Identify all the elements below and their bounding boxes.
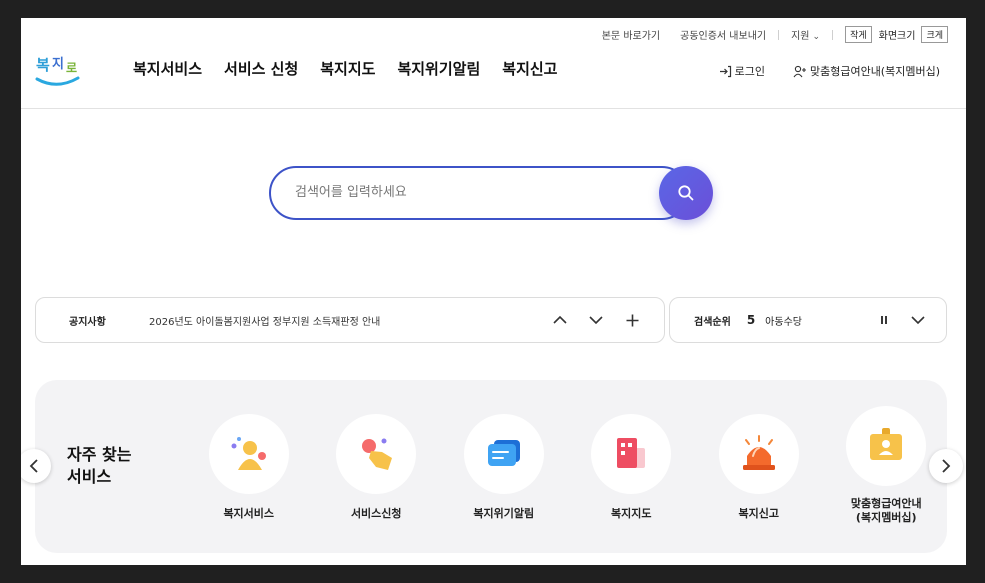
notice-controls [534,310,642,330]
notice-next-button[interactable] [586,310,606,330]
header-divider [21,108,966,109]
nav-service-apply[interactable]: 서비스 신청 [224,58,298,79]
pause-icon [881,316,887,324]
chevron-down-icon [911,316,925,325]
search-button[interactable] [659,166,713,220]
support-menu[interactable]: 지원 ⌄ [781,27,830,42]
id-card-icon [870,428,903,460]
font-size-small-button[interactable]: 작게 [845,26,872,43]
service-item-report[interactable]: 복지신고 [695,414,823,525]
nav-welfare-report[interactable]: 복지신고 [502,58,557,79]
rank-number: 5 [746,313,756,327]
utility-bar: 본문 바로가기 공동인증서 내보내기 지원 ⌄ 작게 화면크기 크게 [592,26,948,43]
service-icon-circle [718,414,799,494]
service-item-apply[interactable]: 서비스신청 [313,414,441,525]
plus-icon [626,314,638,326]
header-actions: 로그인 맞춤형급여안내(복지멤버십) [691,63,940,79]
notice-bar: 공지사항 2026년도 아이돌봄지원사업 정부지원 소득재판정 안내 [35,297,665,343]
service-item-crisis-alert[interactable]: 복지위기알림 [440,414,568,525]
service-icon-circle [336,414,417,494]
rank-pause-button[interactable] [874,310,894,330]
service-label: 복지위기알림 [473,507,535,520]
divider [778,29,780,40]
chevron-down-icon: ⌄ [812,32,821,42]
service-label: 복지지도 [611,507,652,520]
page: 본문 바로가기 공동인증서 내보내기 지원 ⌄ 작게 화면크기 크게 복 지 로 … [21,18,966,565]
hand-click-icon [362,438,393,470]
user-plus-icon [793,65,806,77]
services-list: 복지서비스 서비스신청 복지위기알림 복지지도 복지신고 맞춤형급여안내 (복지… [185,406,950,525]
frequent-services-panel: 자주 찾는 서비스 복지서비스 서비스신청 복지위기알림 복지지도 복지신고 맞… [35,380,947,553]
rank-expand-button[interactable] [908,310,928,330]
login-label: 로그인 [734,65,765,78]
siren-icon [742,435,775,470]
login-link[interactable]: 로그인 [719,63,765,79]
membership-label: 맞춤형급여안내(복지멤버십) [809,65,940,78]
cert-export-link[interactable]: 공동인증서 내보내기 [670,27,776,42]
service-icon-circle [463,414,544,494]
services-next-button[interactable] [929,449,963,483]
chevron-up-icon [553,315,567,324]
svg-text:복: 복 [36,56,50,74]
chevron-left-icon [29,459,38,473]
support-label: 지원 [791,31,810,42]
service-icon-circle [208,414,289,494]
search-bar [269,166,713,220]
rank-title: 검색순위 [694,316,731,328]
main-navigation: 복지서비스 서비스 신청 복지지도 복지위기알림 복지신고 [133,58,579,79]
divider [832,29,834,40]
notice-title: 공지사항 [69,316,106,328]
search-rank-bar: 검색순위 5 아동수당 [669,297,947,343]
nav-welfare-map[interactable]: 복지지도 [320,58,375,79]
svg-text:지: 지 [52,57,64,72]
skip-to-content-link[interactable]: 본문 바로가기 [592,27,670,42]
membership-link[interactable]: 맞춤형급여안내(복지멤버십) [793,63,940,79]
logo[interactable]: 복 지 로 [33,48,81,90]
search-icon [678,185,694,201]
service-label: 복지신고 [738,507,779,520]
notice-prev-button[interactable] [550,310,570,330]
service-label: 복지서비스 [223,507,275,520]
font-size-label: 화면크기 [878,31,916,42]
nav-crisis-alert[interactable]: 복지위기알림 [397,58,480,79]
nav-welfare-services[interactable]: 복지서비스 [133,58,202,79]
service-icon-circle [591,414,672,494]
notice-more-button[interactable] [622,310,642,330]
notice-text[interactable]: 2026년도 아이돌봄지원사업 정부지원 소득재판정 안내 [149,313,534,328]
service-item-welfare-map[interactable]: 복지지도 [568,414,696,525]
service-label: 맞춤형급여안내 (복지멤버십) [850,497,922,524]
service-item-welfare[interactable]: 복지서비스 [185,414,313,525]
services-title: 자주 찾는 서비스 [67,445,132,486]
chevron-right-icon [942,459,951,473]
svg-text:로: 로 [66,61,77,75]
search-input[interactable] [295,180,635,204]
rank-keyword[interactable]: 아동수당 [765,313,860,328]
message-icon [487,440,520,466]
rank-controls [860,310,928,330]
people-icon [231,437,266,470]
font-size-large-button[interactable]: 크게 [921,26,948,43]
login-icon [719,65,731,77]
building-icon [617,438,646,468]
service-label: 서비스신청 [350,507,402,520]
logo-icon: 복 지 로 [35,56,80,86]
service-icon-circle [846,406,927,486]
chevron-down-icon [589,316,603,325]
